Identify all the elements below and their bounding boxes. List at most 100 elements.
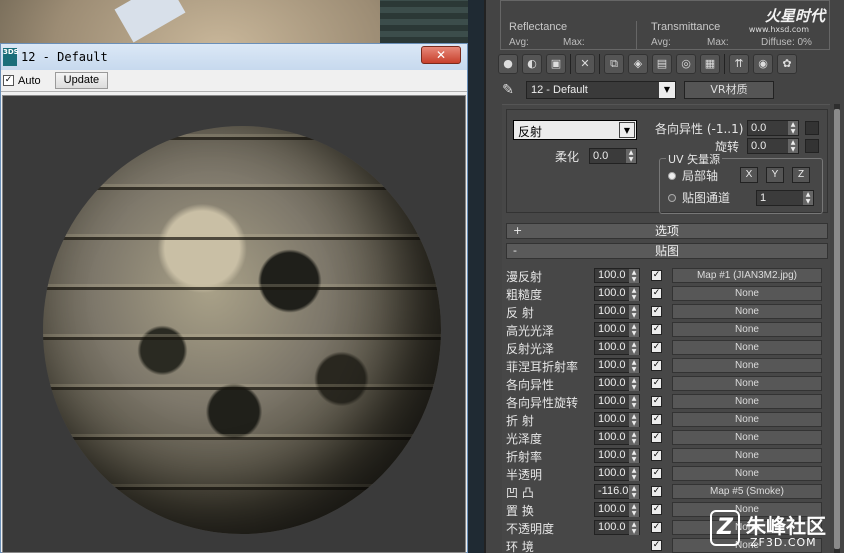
- spinner-arrows-icon[interactable]: ▲ ▼: [626, 149, 636, 163]
- put-to-scene-icon[interactable]: ◐: [522, 54, 542, 74]
- spinner-arrows-icon[interactable]: ▲ ▼: [629, 485, 639, 499]
- map-amount-spinner[interactable]: 100.0 ▲ ▼: [594, 340, 640, 355]
- map-slot-button[interactable]: None: [672, 358, 822, 373]
- map-enable-checkbox[interactable]: ✓: [651, 504, 662, 515]
- material-window-titlebar[interactable]: 3DS 12 - Default ✕: [1, 44, 467, 70]
- map-amount-spinner[interactable]: 100.0 ▲ ▼: [594, 286, 640, 301]
- spinner-arrows-icon[interactable]: ▲ ▼: [629, 413, 639, 427]
- map-enable-checkbox[interactable]: ✓: [651, 396, 662, 407]
- local-axis-radio[interactable]: [668, 172, 676, 180]
- map-enable-checkbox[interactable]: ✓: [651, 342, 662, 353]
- map-amount-spinner[interactable]: 100.0 ▲ ▼: [594, 268, 640, 283]
- map-amount-spinner[interactable]: 100.0 ▲ ▼: [594, 466, 640, 481]
- axis-z-button[interactable]: Z: [792, 167, 810, 183]
- map-amount-spinner[interactable]: 100.0 ▲ ▼: [594, 520, 640, 535]
- options-rollout-header[interactable]: + 选项: [506, 223, 828, 239]
- material-id-icon[interactable]: ◎: [676, 54, 696, 74]
- map-amount-spinner[interactable]: 100.0 ▲ ▼: [594, 376, 640, 391]
- map-slot-button[interactable]: None: [672, 286, 822, 301]
- auto-checkbox[interactable]: ✓: [3, 75, 14, 86]
- reflection-type-dropdown[interactable]: 反射 ▼: [513, 120, 637, 140]
- map-amount-spinner[interactable]: 100.0 ▲ ▼: [594, 448, 640, 463]
- map-slot-button[interactable]: Map #1 (JIAN3M2.jpg): [672, 268, 822, 283]
- map-enable-checkbox[interactable]: ✓: [651, 468, 662, 479]
- map-slot-button[interactable]: None: [672, 304, 822, 319]
- copy-material-icon[interactable]: ⧉: [604, 54, 624, 74]
- material-type-button[interactable]: VR材质: [684, 81, 774, 99]
- map-amount-spinner[interactable]: 100.0 ▲ ▼: [594, 430, 640, 445]
- chevron-down-icon[interactable]: ▼: [659, 82, 675, 98]
- spinner-arrows-icon[interactable]: ▲ ▼: [629, 431, 639, 445]
- map-amount-spinner[interactable]: -116.0 ▲ ▼: [594, 484, 640, 499]
- map-slot-button[interactable]: None: [672, 340, 822, 355]
- panel-scrollbar[interactable]: [834, 104, 840, 553]
- soften-spinner[interactable]: 0.0 ▲ ▼: [589, 148, 637, 164]
- get-material-icon[interactable]: ●: [498, 54, 518, 74]
- update-button[interactable]: Update: [54, 72, 109, 89]
- eyedropper-icon[interactable]: ✎: [498, 82, 518, 98]
- map-enable-checkbox[interactable]: ✓: [651, 288, 662, 299]
- map-enable-checkbox[interactable]: ✓: [651, 360, 662, 371]
- map-slot-button[interactable]: None: [672, 412, 822, 427]
- rotation-spinner[interactable]: 0.0 ▲ ▼: [747, 138, 799, 154]
- map-slot-button[interactable]: None: [672, 394, 822, 409]
- go-forward-icon[interactable]: ◉: [753, 54, 773, 74]
- chevron-down-icon[interactable]: ▼: [619, 122, 635, 138]
- map-enable-checkbox[interactable]: ✓: [651, 522, 662, 533]
- map-amount-spinner[interactable]: 100.0 ▲ ▼: [594, 322, 640, 337]
- map-slot-button[interactable]: None: [672, 322, 822, 337]
- map-enable-checkbox[interactable]: ✓: [651, 306, 662, 317]
- spinner-arrows-icon[interactable]: ▲ ▼: [629, 269, 639, 283]
- map-slot-button[interactable]: None: [672, 448, 822, 463]
- spinner-arrows-icon[interactable]: ▲ ▼: [629, 449, 639, 463]
- spinner-arrows-icon[interactable]: ▲ ▼: [629, 287, 639, 301]
- spinner-arrows-icon[interactable]: ▲ ▼: [629, 503, 639, 517]
- map-enable-checkbox[interactable]: ✓: [651, 378, 662, 389]
- map-slot-button[interactable]: None: [672, 376, 822, 391]
- close-button[interactable]: ✕: [421, 46, 461, 64]
- spinner-arrows-icon[interactable]: ▲ ▼: [629, 377, 639, 391]
- pick-material-icon[interactable]: ✿: [777, 54, 797, 74]
- spinner-arrows-icon[interactable]: ▲ ▼: [629, 305, 639, 319]
- map-channel-radio[interactable]: [668, 194, 676, 202]
- put-to-library-icon[interactable]: ▤: [652, 54, 672, 74]
- assign-material-icon[interactable]: ▣: [546, 54, 566, 74]
- material-name-dropdown[interactable]: 12 - Default ▼: [526, 81, 676, 99]
- axis-y-button[interactable]: Y: [766, 167, 784, 183]
- map-amount-spinner[interactable]: 100.0 ▲ ▼: [594, 304, 640, 319]
- anisotropy-map-button[interactable]: [805, 121, 819, 135]
- go-to-parent-icon[interactable]: ⇈: [729, 54, 749, 74]
- map-enable-checkbox[interactable]: ✓: [651, 486, 662, 497]
- spinner-arrows-icon[interactable]: ▲ ▼: [629, 341, 639, 355]
- map-enable-checkbox[interactable]: ✓: [651, 450, 662, 461]
- map-slot-button[interactable]: None: [672, 430, 822, 445]
- spinner-arrows-icon[interactable]: ▲ ▼: [629, 467, 639, 481]
- reset-material-icon[interactable]: ✕: [575, 54, 595, 74]
- spinner-arrows-icon[interactable]: ▲ ▼: [629, 323, 639, 337]
- make-unique-icon[interactable]: ◈: [628, 54, 648, 74]
- map-enable-checkbox[interactable]: ✓: [651, 414, 662, 425]
- scrollbar-thumb[interactable]: [834, 109, 840, 549]
- maps-rollout-header[interactable]: - 贴图: [506, 243, 828, 259]
- map-amount-spinner[interactable]: 100.0 ▲ ▼: [594, 394, 640, 409]
- spinner-arrows-icon[interactable]: ▲ ▼: [629, 395, 639, 409]
- axis-x-button[interactable]: X: [740, 167, 758, 183]
- map-channel-spinner[interactable]: 1 ▲ ▼: [756, 190, 814, 206]
- map-enable-checkbox[interactable]: ✓: [651, 270, 662, 281]
- rotation-map-button[interactable]: [805, 139, 819, 153]
- spinner-arrows-icon[interactable]: ▲ ▼: [788, 121, 798, 135]
- map-amount-spinner[interactable]: 100.0 ▲ ▼: [594, 502, 640, 517]
- map-slot-button[interactable]: None: [672, 466, 822, 481]
- map-slot-button[interactable]: Map #5 (Smoke): [672, 484, 822, 499]
- map-enable-checkbox[interactable]: ✓: [651, 432, 662, 443]
- anisotropy-spinner[interactable]: 0.0 ▲ ▼: [747, 120, 799, 136]
- map-enable-checkbox[interactable]: ✓: [651, 540, 662, 551]
- map-enable-checkbox[interactable]: ✓: [651, 324, 662, 335]
- show-map-icon[interactable]: ▦: [700, 54, 720, 74]
- spinner-arrows-icon[interactable]: ▲ ▼: [629, 359, 639, 373]
- map-amount-spinner[interactable]: 100.0 ▲ ▼: [594, 358, 640, 373]
- spinner-arrows-icon[interactable]: ▲ ▼: [629, 521, 639, 535]
- map-amount-spinner[interactable]: 100.0 ▲ ▼: [594, 412, 640, 427]
- spinner-arrows-icon[interactable]: ▲ ▼: [788, 139, 798, 153]
- spinner-arrows-icon[interactable]: ▲ ▼: [803, 191, 813, 205]
